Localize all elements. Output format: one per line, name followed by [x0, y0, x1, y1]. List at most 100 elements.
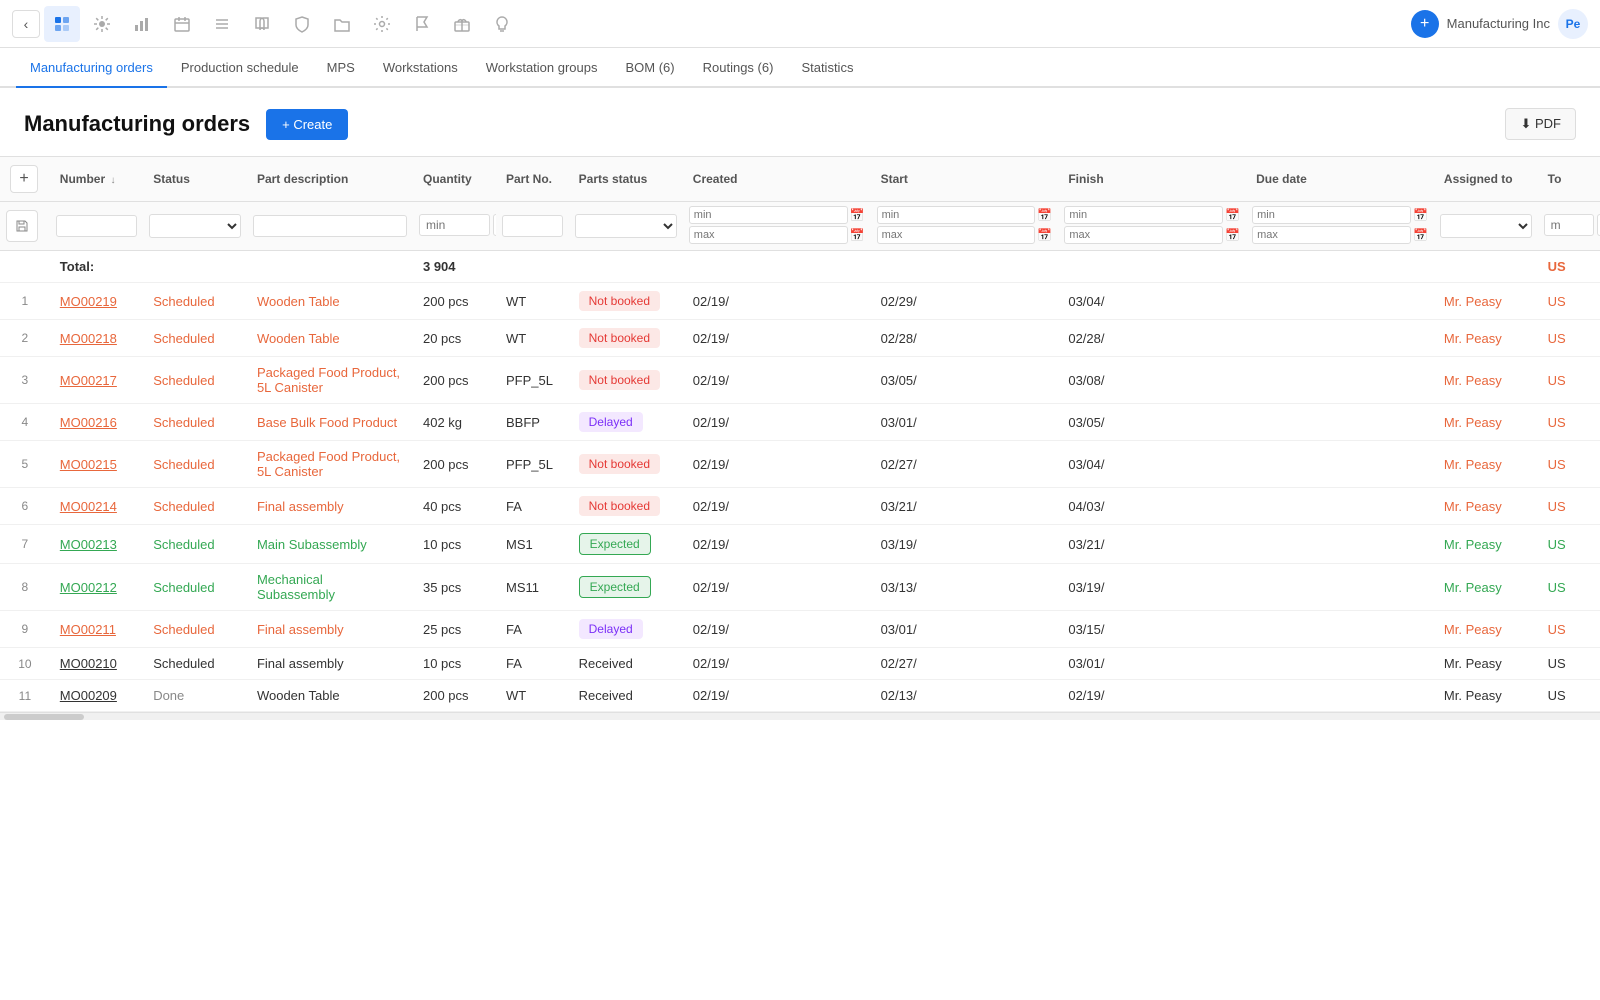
due-date-cell	[1246, 525, 1434, 564]
start-cell: 02/27/	[871, 441, 1059, 488]
create-button[interactable]: + Create	[266, 109, 348, 140]
order-number-link[interactable]: MO00217	[60, 373, 117, 388]
filter-desc-input[interactable]	[253, 215, 407, 237]
filter-finish-min-input[interactable]	[1064, 206, 1223, 224]
bar-chart-icon-btn[interactable]	[124, 6, 160, 42]
add-column-button[interactable]: +	[10, 165, 38, 193]
filter-assigned-select[interactable]	[1440, 214, 1532, 238]
gear-icon-btn[interactable]	[364, 6, 400, 42]
assigned-to-cell: Mr. Peasy	[1434, 525, 1538, 564]
parts-status-badge: Not booked	[579, 328, 660, 348]
table-row: 5 MO00215 Scheduled Packaged Food Produc…	[0, 441, 1600, 488]
order-number-link[interactable]: MO00209	[60, 688, 117, 703]
total-cell: US	[1538, 320, 1600, 357]
parts-status-cell: Not booked	[569, 357, 683, 404]
description-cell: Base Bulk Food Product	[247, 404, 413, 441]
parts-status-cell: Received	[569, 648, 683, 680]
filter-due-max-input[interactable]	[1252, 226, 1411, 244]
table-row: 2 MO00218 Scheduled Wooden Table 20 pcs …	[0, 320, 1600, 357]
quantity-cell: 35 pcs	[413, 564, 496, 611]
page-title: Manufacturing orders	[24, 111, 250, 137]
book-icon-btn[interactable]	[244, 6, 280, 42]
col-header-add: +	[0, 157, 50, 202]
filter-number-input[interactable]	[56, 215, 137, 237]
nav-bom[interactable]: BOM (6)	[612, 48, 689, 88]
description-cell: Wooden Table	[247, 283, 413, 320]
global-add-button[interactable]: +	[1411, 10, 1439, 38]
assigned-to-cell: Mr. Peasy	[1434, 320, 1538, 357]
gift-icon-btn[interactable]	[444, 6, 480, 42]
col-header-start: Start	[871, 157, 1059, 202]
calendar-due-max-icon[interactable]: 📅	[1413, 228, 1428, 242]
row-num: 7	[0, 525, 50, 564]
filter-start-max-input[interactable]	[877, 226, 1036, 244]
filter-finish-max-input[interactable]	[1064, 226, 1223, 244]
sort-icon: ↓	[110, 175, 115, 186]
total-empty-assigned	[1434, 251, 1538, 283]
col-header-created: Created	[683, 157, 871, 202]
order-number-link[interactable]: MO00216	[60, 415, 117, 430]
row-num: 4	[0, 404, 50, 441]
order-number-link[interactable]: MO00215	[60, 457, 117, 472]
order-number-link[interactable]: MO00218	[60, 331, 117, 346]
nav-workstations[interactable]: Workstations	[369, 48, 472, 88]
start-cell: 02/13/	[871, 680, 1059, 712]
nav-statistics[interactable]: Statistics	[787, 48, 867, 88]
order-number-link[interactable]: MO00214	[60, 499, 117, 514]
parts-status-cell: Expected	[569, 564, 683, 611]
nav-manufacturing-orders[interactable]: Manufacturing orders	[16, 48, 167, 88]
parts-status-cell: Expected	[569, 525, 683, 564]
description-cell: Main Subassembly	[247, 525, 413, 564]
nav-workstation-groups[interactable]: Workstation groups	[472, 48, 612, 88]
filter-qty-min-input[interactable]	[419, 214, 490, 236]
filter-due-min-input[interactable]	[1252, 206, 1411, 224]
calendar-start-max-icon[interactable]: 📅	[1037, 228, 1052, 242]
quantity-cell: 200 pcs	[413, 441, 496, 488]
list-icon-btn[interactable]	[204, 6, 240, 42]
pdf-button[interactable]: ⬇ PDF	[1505, 108, 1576, 140]
quantity-cell: 402 kg	[413, 404, 496, 441]
filter-created-min-input[interactable]	[689, 206, 848, 224]
order-number-link[interactable]: MO00219	[60, 294, 117, 309]
calendar-created-min-icon[interactable]: 📅	[850, 208, 865, 222]
horizontal-scrollbar[interactable]	[0, 712, 1600, 720]
nav-mps[interactable]: MPS	[313, 48, 369, 88]
user-avatar[interactable]: Pe	[1558, 9, 1588, 39]
calendar-icon-btn[interactable]	[164, 6, 200, 42]
total-empty-due	[1246, 251, 1434, 283]
filter-created-max-input[interactable]	[689, 226, 848, 244]
finish-cell: 04/03/	[1058, 488, 1246, 525]
filter-start-min-input[interactable]	[877, 206, 1036, 224]
filter-part-input[interactable]	[502, 215, 563, 237]
flag-icon-btn[interactable]	[404, 6, 440, 42]
calendar-start-min-icon[interactable]: 📅	[1037, 208, 1052, 222]
nav-production-schedule[interactable]: Production schedule	[167, 48, 313, 88]
calendar-finish-max-icon[interactable]: 📅	[1225, 228, 1240, 242]
back-button[interactable]: ‹	[12, 10, 40, 38]
filter-status-select[interactable]: Scheduled Done	[149, 214, 241, 238]
order-number-link[interactable]: MO00210	[60, 656, 117, 671]
filter-parts-status-select[interactable]: Not booked Delayed Expected Received	[575, 214, 677, 238]
shield-icon-btn[interactable]	[284, 6, 320, 42]
calendar-due-min-icon[interactable]: 📅	[1413, 208, 1428, 222]
total-us: US	[1538, 251, 1600, 283]
col-header-finish: Finish	[1058, 157, 1246, 202]
sun-icon-btn[interactable]	[84, 6, 120, 42]
scrollbar-thumb[interactable]	[4, 714, 84, 720]
finish-cell: 03/05/	[1058, 404, 1246, 441]
calendar-created-max-icon[interactable]: 📅	[850, 228, 865, 242]
bulb-icon-btn[interactable]	[484, 6, 520, 42]
folder-icon-btn[interactable]	[324, 6, 360, 42]
description-cell: Mechanical Subassembly	[247, 564, 413, 611]
logo-icon-btn[interactable]	[44, 6, 80, 42]
order-number-link[interactable]: MO00212	[60, 580, 117, 595]
row-num: 9	[0, 611, 50, 648]
save-filter-button[interactable]	[6, 210, 38, 242]
order-number-link[interactable]: MO00213	[60, 537, 117, 552]
order-number-link[interactable]: MO00211	[60, 622, 116, 637]
calendar-finish-min-icon[interactable]: 📅	[1225, 208, 1240, 222]
nav-routings[interactable]: Routings (6)	[689, 48, 788, 88]
filter-total-min-input[interactable]	[1544, 214, 1594, 236]
start-cell: 03/13/	[871, 564, 1059, 611]
created-cell: 02/19/	[683, 488, 871, 525]
